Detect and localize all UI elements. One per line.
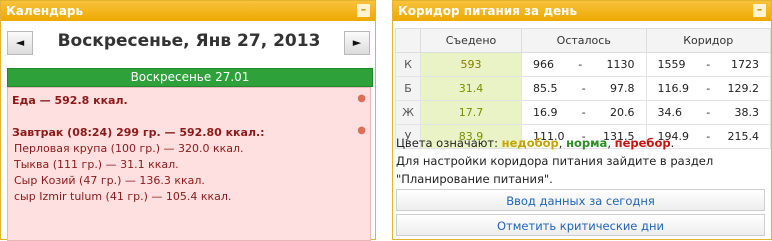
row-label: К [395,52,421,77]
table-row: К 593 966 - 1130 1559 - 1723 [395,52,771,77]
corridor-panel-header: Коридор питания за день – [393,1,771,21]
legend-end: . [670,136,675,150]
column-header-blank [395,28,421,53]
settings-hint-line2: "Планирование питания". [396,172,553,186]
range-separator: - [581,106,586,119]
range-separator: - [706,58,711,71]
legend-comma: , [558,136,563,150]
apple-icon: ● [357,93,366,104]
remaining-range: 85.5 - 97.8 [521,76,647,101]
column-header-remaining: Осталось [521,28,647,53]
corridor-panel-title: Коридор питания за день [398,4,578,18]
legend-comma: , [607,136,611,150]
table-row: Б 31.4 85.5 - 97.8 116.9 - 129.2 [395,76,771,101]
range-to: 97.8 [609,82,635,95]
calendar-panel: Календарь – ◄ Воскресенье, Янв 27, 2013 … [0,0,376,241]
food-item[interactable]: Сыр Козий (47 гр.) — 136.3 ккал. [14,174,205,187]
arrow-left-icon: ◄ [15,36,25,49]
legend-prefix: Цвета означают: [396,136,498,150]
range-separator: - [706,106,711,119]
food-item[interactable]: Перловая крупа (100 гр.) — 320.0 ккал. [14,142,244,155]
range-to: 129.2 [727,82,759,95]
eaten-value: 593 [420,52,522,77]
day-entries: Еда — 592.8 ккал. ● Завтрак (08:24) 299 … [7,87,371,241]
remaining-range: 966 - 1130 [521,52,647,77]
range-to: 1723 [730,58,759,71]
mark-critical-days-button[interactable]: Отметить критические дни [396,214,765,236]
eaten-value: 31.4 [420,76,522,101]
calendar-panel-title: Календарь [6,4,84,18]
prev-day-button[interactable]: ◄ [7,31,33,55]
range-separator: - [581,82,586,95]
minimize-icon[interactable]: – [753,4,766,17]
next-day-button[interactable]: ► [344,31,370,55]
minimize-icon[interactable]: – [357,4,370,17]
remaining-range: 16.9 - 20.6 [521,100,647,125]
legend-norm: норма [566,136,608,150]
corridor-range: 116.9 - 129.2 [645,76,771,101]
table-row: Ж 17.7 16.9 - 20.6 34.6 - 38.3 [395,100,771,125]
color-legend: Цвета означают: недобор, норма, перебор. [396,136,674,150]
range-separator: - [706,130,711,143]
apple-icon: ● [357,125,366,136]
range-to: 20.6 [609,106,635,119]
table-header-row: Съедено Осталось Коридор [395,28,771,53]
range-from: 966 [533,58,554,71]
legend-over: перебор [614,136,671,150]
settings-hint-line1: Для настройки коридора питания зайдите в… [396,154,714,168]
range-separator: - [706,82,711,95]
food-item[interactable]: Тыква (111 гр.) — 31.1 ккал. [14,158,179,171]
range-from: 1559 [657,58,686,71]
legend-under: недобор [501,136,559,150]
range-from: 85.5 [533,82,558,95]
corridor-range: 1559 - 1723 [645,52,771,77]
column-header-corridor: Коридор [645,28,771,53]
range-from: 16.9 [533,106,558,119]
day-header[interactable]: Воскресенье 27.01 [7,68,373,87]
column-header-eaten: Съедено [420,28,522,53]
range-to: 38.3 [734,106,759,119]
food-item[interactable]: сыр Izmir tulum (41 гр.) — 105.4 ккал. [14,190,231,203]
range-from: 116.9 [657,82,690,95]
corridor-panel: Коридор питания за день – Съедено Остало… [392,0,772,240]
meal-breakfast-line[interactable]: Завтрак (08:24) 299 гр. — 592.80 ккал.: [12,126,265,139]
corridor-range: 34.6 - 38.3 [645,100,771,125]
corridor-table: Съедено Осталось Коридор К 593 966 - 1130 … [395,28,771,149]
calendar-panel-header: Календарь – [1,1,375,21]
eaten-value: 17.7 [420,100,522,125]
row-label: Б [395,76,421,101]
food-total-line[interactable]: Еда — 592.8 ккал. [12,94,128,107]
range-to: 215.4 [727,130,759,143]
enter-today-data-button[interactable]: Ввод данных за сегодня [396,189,765,211]
arrow-right-icon: ► [352,36,362,49]
range-from: 34.6 [657,106,683,119]
range-separator: - [578,58,583,71]
row-label: Ж [395,100,421,125]
date-heading: Воскресенье, Янв 27, 2013 [57,31,321,51]
range-to: 1130 [606,58,635,71]
